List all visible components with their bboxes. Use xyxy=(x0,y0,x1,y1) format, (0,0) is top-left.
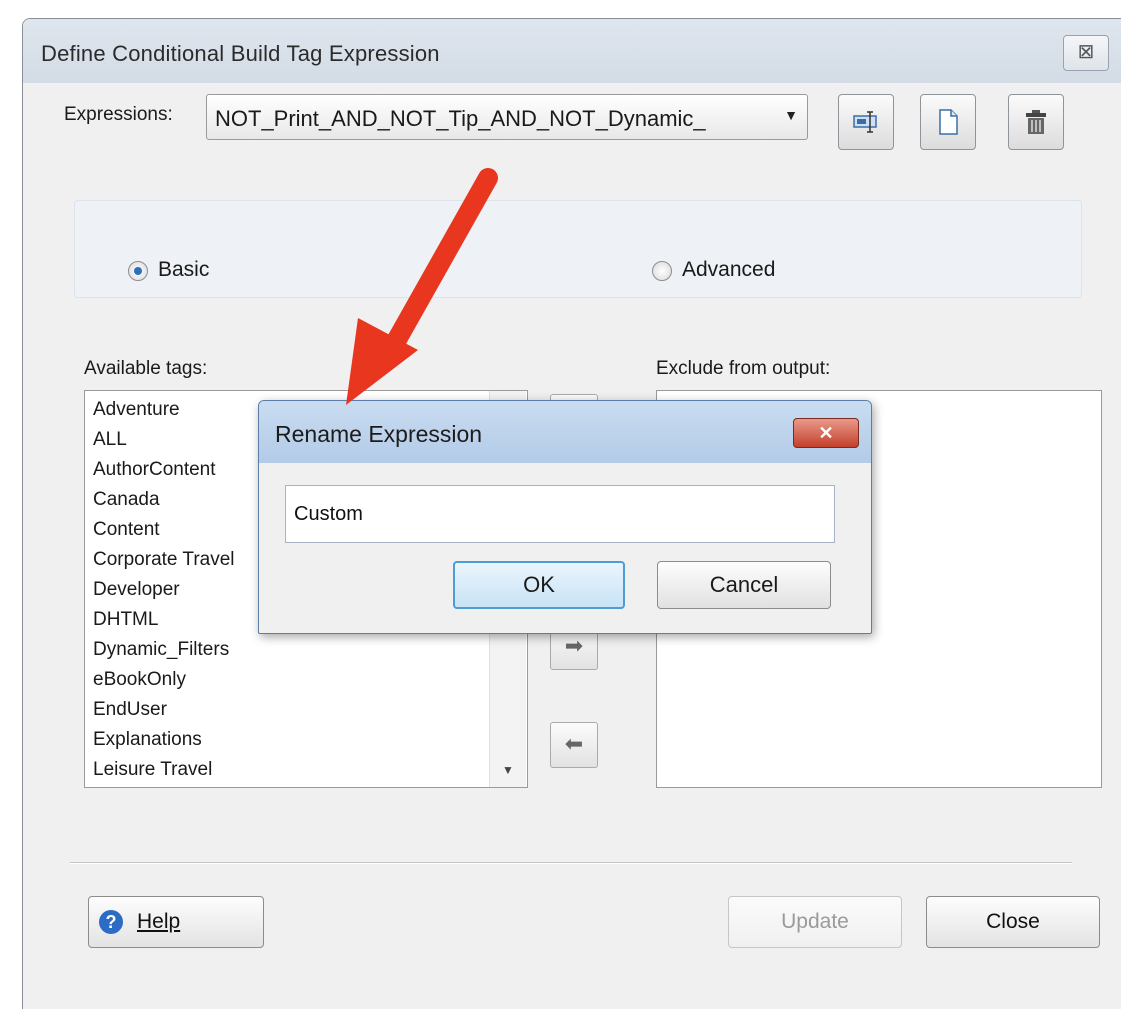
list-item[interactable]: Content xyxy=(93,519,160,541)
list-item[interactable]: Developer xyxy=(93,579,180,601)
list-item[interactable]: ALL xyxy=(93,429,127,451)
rename-dialog-title: Rename Expression xyxy=(275,421,483,447)
close-button[interactable]: Close xyxy=(926,896,1100,948)
advanced-radio[interactable] xyxy=(652,261,672,281)
new-document-icon xyxy=(939,109,958,135)
main-titlebar: Define Conditional Build Tag Expression … xyxy=(23,19,1121,83)
rename-icon xyxy=(853,111,877,133)
delete-expression-button[interactable] xyxy=(1008,94,1064,150)
update-button[interactable]: Update xyxy=(728,896,902,948)
available-tags-label: Available tags: xyxy=(84,358,208,379)
new-expression-button[interactable] xyxy=(920,94,976,150)
list-item[interactable]: Dynamic_Filters xyxy=(93,639,229,661)
chevron-down-icon: ▼ xyxy=(784,107,798,123)
list-item[interactable]: Leisure Travel xyxy=(93,759,212,781)
move-left-button[interactable]: ⬅ xyxy=(550,722,598,768)
help-button[interactable]: ? Help xyxy=(88,896,264,948)
main-dialog-title: Define Conditional Build Tag Expression xyxy=(41,41,440,66)
mode-group xyxy=(74,200,1082,298)
expressions-dropdown[interactable]: NOT_Print_AND_NOT_Tip_AND_NOT_Dynamic_ ▼ xyxy=(206,94,808,140)
ok-button[interactable]: OK xyxy=(453,561,625,609)
bottom-separator xyxy=(70,862,1072,864)
expressions-label: Expressions: xyxy=(64,104,173,125)
help-icon: ? xyxy=(99,910,123,934)
expressions-selected-value: NOT_Print_AND_NOT_Tip_AND_NOT_Dynamic_ xyxy=(215,106,706,131)
arrow-right-icon: ➡ xyxy=(564,633,584,658)
basic-radio[interactable] xyxy=(128,261,148,281)
rename-expression-button[interactable] xyxy=(838,94,894,150)
list-item[interactable]: Adventure xyxy=(93,399,180,421)
cancel-button[interactable]: Cancel xyxy=(657,561,831,609)
list-item[interactable]: AuthorContent xyxy=(93,459,216,481)
list-item[interactable]: Explanations xyxy=(93,729,202,751)
list-item[interactable]: EndUser xyxy=(93,699,167,721)
rename-close-icon[interactable]: ✕ xyxy=(793,418,859,448)
rename-expression-dialog: Rename Expression ✕ OK Cancel xyxy=(258,400,872,634)
main-close-icon[interactable]: ⊠ xyxy=(1063,35,1109,71)
help-button-label: Help xyxy=(137,910,181,933)
list-item[interactable]: Canada xyxy=(93,489,160,511)
list-item[interactable]: DHTML xyxy=(93,609,158,631)
list-item[interactable]: Corporate Travel xyxy=(93,549,235,571)
advanced-radio-label[interactable]: Advanced xyxy=(682,258,775,282)
list-item[interactable]: eBookOnly xyxy=(93,669,186,691)
scroll-down-icon[interactable]: ▼ xyxy=(502,763,514,777)
arrow-left-icon: ⬅ xyxy=(564,731,584,756)
expression-name-input[interactable] xyxy=(285,485,835,543)
exclude-from-output-label: Exclude from output: xyxy=(656,358,831,379)
rename-titlebar: Rename Expression ✕ xyxy=(259,401,871,463)
basic-radio-label[interactable]: Basic xyxy=(158,258,209,282)
trash-icon xyxy=(1026,110,1046,134)
